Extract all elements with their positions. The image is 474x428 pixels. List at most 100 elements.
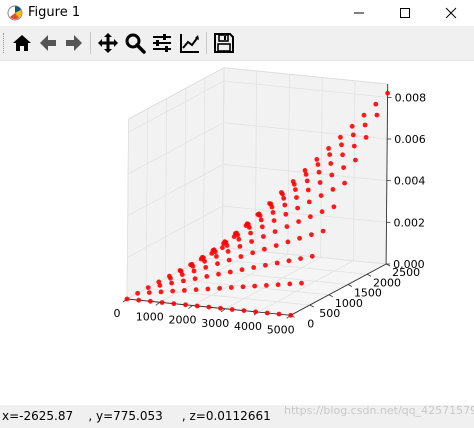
scatter-point	[264, 310, 270, 316]
customize-button[interactable]	[176, 29, 204, 57]
arrow-left-icon	[40, 35, 56, 51]
save-button[interactable]	[210, 29, 238, 57]
y-tick-label: 0	[307, 317, 314, 330]
x-tick	[188, 305, 193, 309]
scatter-point	[148, 298, 153, 304]
scatter-point	[308, 214, 313, 220]
scatter-point	[214, 254, 219, 259]
scatter-point	[238, 254, 244, 259]
line-chart-icon	[180, 34, 199, 53]
scatter-point	[273, 243, 279, 249]
scatter-point	[157, 283, 163, 288]
scatter-point	[373, 101, 379, 107]
scatter-point	[280, 191, 285, 197]
z-tick-label: 0.000	[393, 258, 425, 271]
close-button[interactable]	[428, 0, 474, 26]
scatter-point	[305, 187, 311, 193]
scatter-point	[247, 225, 252, 230]
scatter-point	[170, 288, 176, 294]
scatter-point	[169, 280, 175, 286]
3d-scatter-plot[interactable]: 0 1000 2000 3000 4000 5000 0500100015002000250…	[0, 61, 474, 405]
scatter-point	[319, 209, 325, 215]
minimize-button[interactable]	[336, 0, 382, 26]
scatter-point	[339, 142, 344, 148]
scatter-point	[330, 187, 336, 192]
watermark: https://blog.csdn.net/qq_42571579	[284, 404, 474, 417]
scatter-point	[136, 297, 142, 303]
scatter-point	[146, 290, 152, 295]
scatter-point	[286, 258, 292, 264]
scatter-point	[261, 234, 266, 239]
scatter-point	[191, 268, 197, 274]
scatter-point	[168, 275, 173, 281]
cursor-coordinates: x=-2625.87 , y=775.053 , z=0.0112661	[2, 409, 271, 423]
scatter-point	[298, 256, 303, 261]
scatter-point	[145, 285, 151, 290]
scatter-point	[258, 217, 264, 223]
scatter-point	[236, 236, 242, 242]
x-tick-label: 4000	[234, 320, 262, 333]
scatter-point	[276, 311, 282, 317]
pan-button[interactable]	[94, 29, 122, 57]
scatter-point	[237, 244, 243, 249]
scatter-point	[241, 308, 247, 313]
scatter-point	[353, 157, 358, 163]
scatter-point	[331, 204, 337, 210]
scatter-point	[194, 303, 200, 309]
scatter-point	[135, 290, 141, 296]
y-tick	[347, 284, 353, 287]
scatter-point	[251, 265, 257, 270]
close-icon	[445, 7, 457, 19]
matplotlib-icon	[7, 5, 23, 21]
scatter-point	[193, 287, 199, 293]
scatter-point	[385, 90, 390, 96]
scatter-point	[309, 253, 315, 259]
scatter-point	[338, 134, 343, 140]
move-icon	[98, 33, 118, 53]
scatter-point	[326, 146, 331, 151]
scatter-point	[291, 181, 297, 187]
x-tick-label: 5000	[267, 323, 295, 336]
forward-button[interactable]	[60, 29, 88, 57]
maximize-button[interactable]	[382, 0, 428, 26]
x-tick-label: 0	[114, 307, 121, 320]
subplots-button[interactable]	[148, 29, 176, 57]
scatter-point	[228, 285, 234, 290]
arrow-right-icon	[66, 35, 82, 51]
figure-canvas[interactable]: 0 1000 2000 3000 4000 5000 0 500 1000 1500 2000 250…	[0, 61, 474, 405]
scatter-point	[299, 280, 304, 286]
maximize-icon	[400, 8, 410, 18]
x-tick-label: 3000	[201, 317, 229, 330]
scatter-point	[314, 157, 320, 162]
scatter-point	[203, 265, 209, 270]
scatter-point	[269, 204, 275, 210]
scatter-point	[316, 169, 322, 175]
toolbar-separator	[90, 32, 91, 54]
scatter-point	[179, 272, 185, 277]
scatter-point	[349, 123, 355, 129]
scatter-point	[171, 301, 177, 307]
scatter-point	[262, 246, 267, 252]
scatter-point	[329, 172, 335, 178]
scatter-point	[240, 284, 246, 290]
scatter-point	[259, 224, 265, 230]
zoom-button[interactable]	[121, 29, 149, 57]
scatter-point	[158, 289, 164, 295]
scatter-point	[270, 210, 276, 215]
minimize-icon	[354, 12, 364, 14]
scatter-point	[215, 261, 220, 267]
scatter-point	[227, 269, 233, 275]
scatter-point	[183, 302, 188, 308]
scatter-point	[275, 282, 281, 288]
back-button[interactable]	[34, 29, 62, 57]
scatter-point	[249, 239, 255, 244]
z-tick-label: 0.004	[394, 175, 426, 188]
scatter-point	[159, 300, 165, 305]
scatter-point	[294, 195, 299, 200]
title-bar: Figure 1	[0, 0, 474, 26]
home-button[interactable]	[8, 29, 36, 57]
toolbar-grip[interactable]	[3, 33, 7, 53]
x-tick	[155, 301, 160, 306]
scatter-point	[318, 193, 324, 199]
x-tick-label: 2000	[168, 314, 196, 327]
